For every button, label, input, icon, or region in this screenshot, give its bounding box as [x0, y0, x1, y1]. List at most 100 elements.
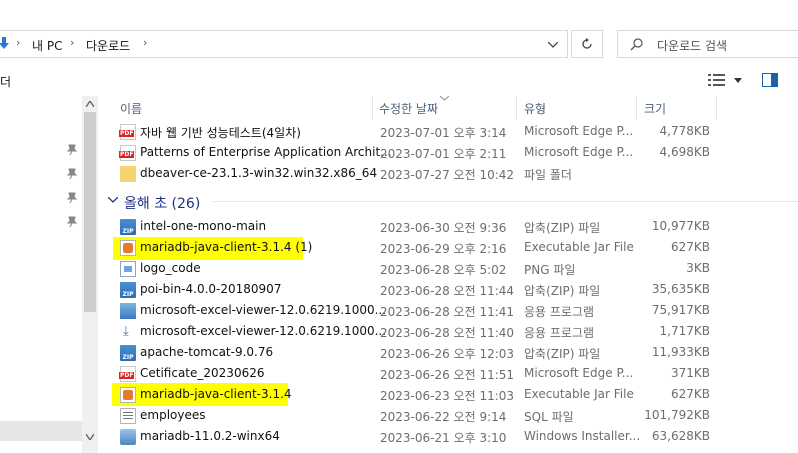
- column-size[interactable]: 크기: [644, 100, 666, 117]
- file-size: 35,635KB: [651, 282, 710, 296]
- file-type: 파일 폴더: [524, 168, 572, 182]
- file-type: 응용 프로그램: [524, 305, 595, 319]
- file-name[interactable]: intel-one-mono-main: [140, 219, 266, 233]
- column-name[interactable]: 이름: [120, 100, 142, 117]
- file-name[interactable]: microsoft-excel-viewer-12.0.6219.1000...: [140, 324, 386, 338]
- file-date: 2023-06-26 오후 12:03: [380, 347, 515, 361]
- file-date: 2023-06-29 오후 2:16: [380, 242, 507, 256]
- nav-scrollbar-thumb[interactable]: [84, 112, 96, 312]
- file-size: 11,933KB: [651, 345, 710, 359]
- refresh-button[interactable]: [571, 30, 603, 58]
- column-date[interactable]: 수정한 날짜: [379, 100, 438, 117]
- file-date: 2023-06-28 오후 5:02: [380, 263, 507, 277]
- file-name[interactable]: logo_code: [140, 261, 201, 275]
- nav-hscroll[interactable]: [0, 421, 82, 441]
- file-date: 2023-06-23 오전 11:03: [380, 389, 515, 403]
- file-type: 압축(ZIP) 파일: [524, 221, 601, 235]
- view-dropdown-icon[interactable]: [734, 78, 742, 83]
- file-size: 627KB: [670, 240, 710, 254]
- pdf-icon: PDF: [119, 145, 136, 161]
- file-name[interactable]: mariadb-11.0.2-winx64: [140, 429, 280, 443]
- file-type: SQL 파일: [524, 410, 574, 424]
- toolbar-label[interactable]: 더: [0, 73, 11, 90]
- file-type: Microsoft Edge P...: [524, 366, 634, 380]
- pin-icon[interactable]: [66, 192, 78, 204]
- file-size: 4,698KB: [659, 145, 710, 159]
- download-icon: ⤓: [123, 324, 129, 339]
- scroll-up-icon[interactable]: [86, 101, 94, 107]
- jar-icon: [120, 240, 136, 256]
- file-type: PNG 파일: [524, 263, 576, 277]
- zip-icon: ZIP: [120, 345, 136, 361]
- file-date: 2023-06-22 오전 9:14: [380, 410, 507, 424]
- file-size: 101,792KB: [644, 408, 710, 422]
- details-view-icon[interactable]: [708, 74, 726, 86]
- file-name[interactable]: mariadb-java-client-3.1.4 (1): [140, 240, 312, 254]
- file-name[interactable]: employees: [140, 408, 205, 422]
- file-name[interactable]: Patterns of Enterprise Application Archi…: [140, 145, 392, 159]
- download-arrow-icon: [0, 37, 9, 49]
- file-date: 2023-07-27 오전 10:42: [380, 168, 515, 182]
- file-type: Microsoft Edge P...: [524, 145, 634, 159]
- file-size: 4,778KB: [659, 124, 710, 138]
- file-size: 627KB: [670, 387, 710, 401]
- installer-icon: [120, 303, 136, 319]
- search-placeholder: 다운로드 검색: [657, 39, 728, 53]
- png-icon: [120, 261, 136, 277]
- file-name[interactable]: dbeaver-ce-23.1.3-win32.win32.x86_64: [140, 166, 377, 180]
- file-size: 3KB: [686, 261, 710, 275]
- column-divider[interactable]: [372, 96, 373, 120]
- file-size: 10,977KB: [651, 219, 710, 233]
- folder-icon: [120, 166, 136, 182]
- file-size: 63,628KB: [651, 429, 710, 443]
- pin-icon[interactable]: [66, 168, 78, 180]
- toolbar: 더: [0, 62, 798, 96]
- breadcrumb-downloads[interactable]: 다운로드: [86, 37, 130, 54]
- column-divider[interactable]: [516, 96, 517, 120]
- file-name[interactable]: poi-bin-4.0.0-20180907: [140, 282, 281, 296]
- chevron-down-icon[interactable]: [548, 42, 558, 48]
- file-size: 1,717KB: [659, 324, 710, 338]
- file-date: 2023-06-30 오전 9:36: [380, 221, 507, 235]
- scroll-down-icon[interactable]: [86, 434, 94, 440]
- file-date: 2023-06-26 오전 11:51: [380, 368, 515, 382]
- msi-icon: [120, 429, 136, 445]
- column-divider[interactable]: [716, 96, 717, 120]
- group-header[interactable]: 올해 초 (26): [124, 193, 200, 213]
- file-name[interactable]: 자바 웹 기반 성능테스트(4일차): [140, 124, 301, 141]
- file-date: 2023-07-01 오후 2:11: [380, 147, 507, 161]
- file-name[interactable]: mariadb-java-client-3.1.4: [140, 387, 292, 401]
- chevron-right-icon: ›: [16, 36, 21, 49]
- file-type: 압축(ZIP) 파일: [524, 347, 601, 361]
- search-field[interactable]: 다운로드 검색: [617, 30, 798, 58]
- column-divider[interactable]: [636, 96, 637, 120]
- file-date: 2023-06-28 오전 11:40: [380, 326, 515, 340]
- address-bar[interactable]: › 내 PC › 다운로드 ›: [0, 30, 568, 58]
- collapse-group-icon[interactable]: [108, 197, 118, 203]
- column-type[interactable]: 유형: [524, 100, 546, 117]
- pin-icon[interactable]: [66, 216, 78, 228]
- file-name[interactable]: microsoft-excel-viewer-12.0.6219.1000...: [140, 303, 386, 317]
- preview-pane-icon[interactable]: [762, 73, 778, 87]
- group-divider: [212, 201, 798, 202]
- file-name[interactable]: Cetificate_20230626: [140, 366, 264, 380]
- zip-icon: ZIP: [120, 282, 136, 298]
- file-date: 2023-07-01 오후 3:14: [380, 126, 507, 140]
- file-type: Windows Installer...: [524, 429, 641, 443]
- file-type: Microsoft Edge P...: [524, 124, 634, 138]
- pdf-icon: PDF: [119, 124, 136, 140]
- pin-icon[interactable]: [66, 144, 78, 156]
- file-date: 2023-06-21 오후 3:10: [380, 431, 507, 445]
- sort-indicator-icon: [440, 96, 449, 101]
- navigation-pane[interactable]: [0, 96, 82, 453]
- breadcrumb-this-pc[interactable]: 내 PC: [32, 37, 62, 54]
- file-size: 371KB: [670, 366, 710, 380]
- sql-icon: [120, 408, 136, 424]
- file-name[interactable]: apache-tomcat-9.0.76: [140, 345, 273, 359]
- file-type: 응용 프로그램: [524, 326, 595, 340]
- file-type: Executable Jar File: [524, 387, 634, 401]
- jar-icon: [120, 387, 136, 403]
- chevron-right-icon[interactable]: ›: [143, 36, 147, 49]
- chevron-right-icon: ›: [70, 36, 75, 49]
- file-type: Executable Jar File: [524, 240, 634, 254]
